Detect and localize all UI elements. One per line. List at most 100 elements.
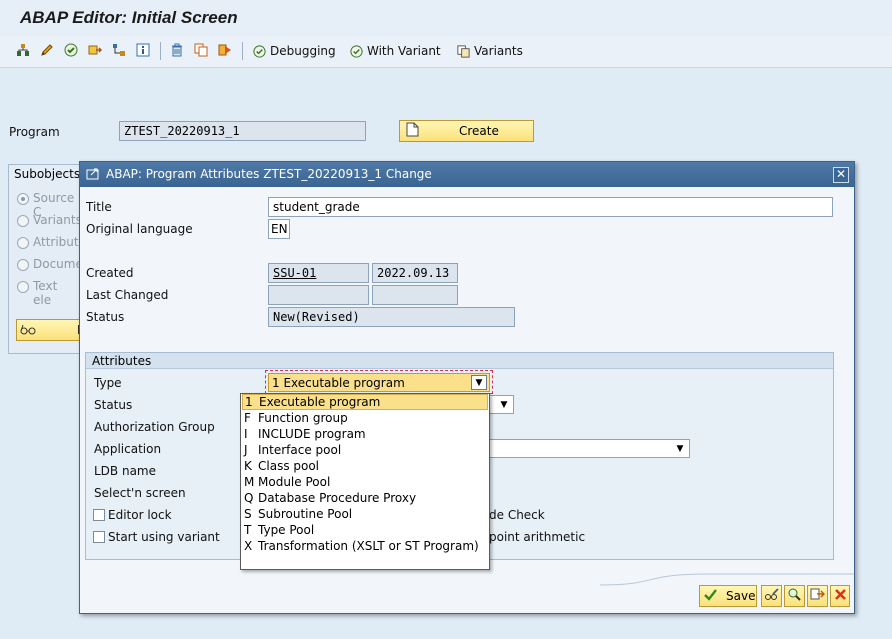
dialog-icon bbox=[86, 167, 100, 184]
create-button[interactable]: Create bbox=[399, 120, 534, 142]
selscreen-label: Select'n screen bbox=[94, 486, 186, 500]
toolbar-separator bbox=[160, 42, 161, 60]
variants-label: Variants bbox=[474, 44, 523, 58]
magnifier-icon bbox=[787, 587, 802, 605]
item-label: Database Procedure Proxy bbox=[258, 491, 417, 505]
variants-button[interactable]: Variants bbox=[456, 42, 523, 60]
dropdown-item-executable[interactable]: 1 Executable program bbox=[242, 394, 488, 410]
chevron-down-icon[interactable]: ▼ bbox=[471, 375, 487, 390]
variant-check-icon bbox=[350, 44, 363, 58]
check-icon bbox=[703, 588, 718, 605]
application-select[interactable]: ▼ bbox=[488, 439, 690, 458]
editor-lock-checkbox[interactable] bbox=[93, 509, 105, 521]
item-code: X bbox=[244, 539, 253, 553]
dropdown-item-db-proc-proxy[interactable]: Q Database Procedure Proxy bbox=[242, 490, 488, 506]
subobject-label: Text ele bbox=[33, 279, 58, 307]
debug-icon bbox=[253, 44, 266, 58]
title-label: Title bbox=[86, 200, 112, 214]
hierarchy-icon[interactable] bbox=[14, 41, 32, 59]
info-icon[interactable] bbox=[134, 41, 152, 59]
pencil-icon[interactable] bbox=[38, 41, 56, 59]
dropdown-item-interface-pool[interactable]: J Interface pool bbox=[242, 442, 488, 458]
type-label: Type bbox=[94, 376, 122, 390]
dropdown-item-class-pool[interactable]: K Class pool bbox=[242, 458, 488, 474]
glasses-icon bbox=[20, 322, 36, 339]
activate-icon[interactable] bbox=[86, 41, 104, 59]
item-code: F bbox=[244, 411, 251, 425]
subobject-label: Variants bbox=[33, 213, 82, 227]
dropdown-item-type-pool[interactable]: T Type Pool bbox=[242, 522, 488, 538]
dropdown-item-transformation[interactable]: X Transformation (XSLT or ST Program) bbox=[242, 538, 488, 554]
application-label: Application bbox=[94, 442, 162, 456]
attributes-title: Attributes bbox=[92, 354, 152, 368]
title-bar: ABAP Editor: Initial Screen bbox=[0, 0, 892, 36]
created-date-field: 2022.09.13 bbox=[372, 263, 458, 283]
subobject-radio[interactable] bbox=[17, 193, 29, 205]
trash-icon[interactable] bbox=[168, 41, 186, 59]
ldb-label: LDB name bbox=[94, 464, 157, 478]
save-button[interactable]: Save bbox=[699, 585, 757, 607]
item-code: I bbox=[244, 427, 248, 441]
cancel-button[interactable] bbox=[830, 585, 850, 607]
item-label: Executable program bbox=[259, 395, 381, 409]
created-label: Created bbox=[86, 266, 134, 280]
attr-status-select[interactable]: ▼ bbox=[488, 395, 514, 414]
check-icon[interactable] bbox=[62, 41, 80, 59]
debugging-button[interactable]: Debugging bbox=[252, 42, 336, 60]
dialog-title: ABAP: Program Attributes ZTEST_20220913_… bbox=[106, 167, 432, 181]
unicode-check-label: de Check bbox=[489, 508, 545, 522]
title-input[interactable]: student_grade bbox=[268, 197, 833, 217]
item-code: J bbox=[244, 443, 248, 457]
copy-icon[interactable] bbox=[192, 41, 210, 59]
with-variant-label: With Variant bbox=[367, 44, 441, 58]
item-code: T bbox=[244, 523, 252, 537]
transfer-button[interactable] bbox=[807, 585, 828, 607]
chevron-down-icon[interactable]: ▼ bbox=[496, 398, 512, 412]
item-label: Module Pool bbox=[258, 475, 331, 489]
last-changed-date-field bbox=[372, 285, 458, 305]
subobject-radio[interactable] bbox=[17, 215, 29, 227]
item-code: Q bbox=[244, 491, 254, 505]
dialog-titlebar: ABAP: Program Attributes ZTEST_20220913_… bbox=[80, 162, 854, 187]
subobject-radio[interactable] bbox=[17, 281, 29, 293]
with-variant-button[interactable]: With Variant bbox=[349, 42, 441, 60]
orig-lang-input[interactable]: EN bbox=[268, 219, 290, 239]
where-used-icon[interactable] bbox=[110, 41, 128, 59]
dropdown-item-function-group[interactable]: F Function group bbox=[242, 410, 488, 426]
check-find-button[interactable] bbox=[784, 585, 805, 607]
subobjects-title: Subobjects bbox=[14, 167, 81, 181]
created-by-field[interactable]: SSU-01 bbox=[268, 263, 369, 283]
dropdown-item-include[interactable]: I INCLUDE program bbox=[242, 426, 488, 442]
start-variant-label: Start using variant bbox=[108, 530, 220, 544]
program-input[interactable]: ZTEST_20220913_1 bbox=[119, 121, 366, 141]
auth-group-label: Authorization Group bbox=[94, 420, 215, 434]
dropdown-item-module-pool[interactable]: M Module Pool bbox=[242, 474, 488, 490]
item-code: M bbox=[244, 475, 255, 489]
attr-status-label: Status bbox=[94, 398, 133, 412]
last-changed-by-field bbox=[268, 285, 369, 305]
start-variant-checkbox[interactable] bbox=[93, 531, 105, 543]
subobject-radio[interactable] bbox=[17, 237, 29, 249]
type-select-value: 1 Executable program bbox=[272, 376, 405, 390]
debugging-label: Debugging bbox=[270, 44, 336, 58]
create-label: Create bbox=[459, 124, 499, 138]
close-icon[interactable]: ✕ bbox=[833, 167, 849, 183]
subobjects-panel: Subobjects Source C Variants Attribute D… bbox=[8, 164, 90, 354]
toolbar-separator bbox=[242, 42, 243, 60]
item-code: K bbox=[244, 459, 252, 473]
fixed-point-label: point arithmetic bbox=[489, 530, 586, 544]
dropdown-item-subroutine-pool[interactable]: S Subroutine Pool bbox=[242, 506, 488, 522]
editor-lock-label: Editor lock bbox=[108, 508, 172, 522]
item-label: INCLUDE program bbox=[258, 427, 366, 441]
edit-button[interactable] bbox=[761, 585, 782, 607]
type-select[interactable]: 1 Executable program ▼ bbox=[268, 373, 490, 392]
cancel-icon bbox=[834, 588, 847, 604]
chevron-down-icon[interactable]: ▼ bbox=[672, 442, 688, 456]
attributes-header: Attributes bbox=[86, 353, 833, 369]
execute-icon[interactable] bbox=[216, 41, 234, 59]
program-label: Program bbox=[9, 125, 60, 139]
subobject-radio[interactable] bbox=[17, 259, 29, 271]
status-field: New(Revised) bbox=[268, 307, 515, 327]
display-button[interactable]: D bbox=[16, 319, 86, 341]
variants-icon bbox=[457, 44, 470, 58]
